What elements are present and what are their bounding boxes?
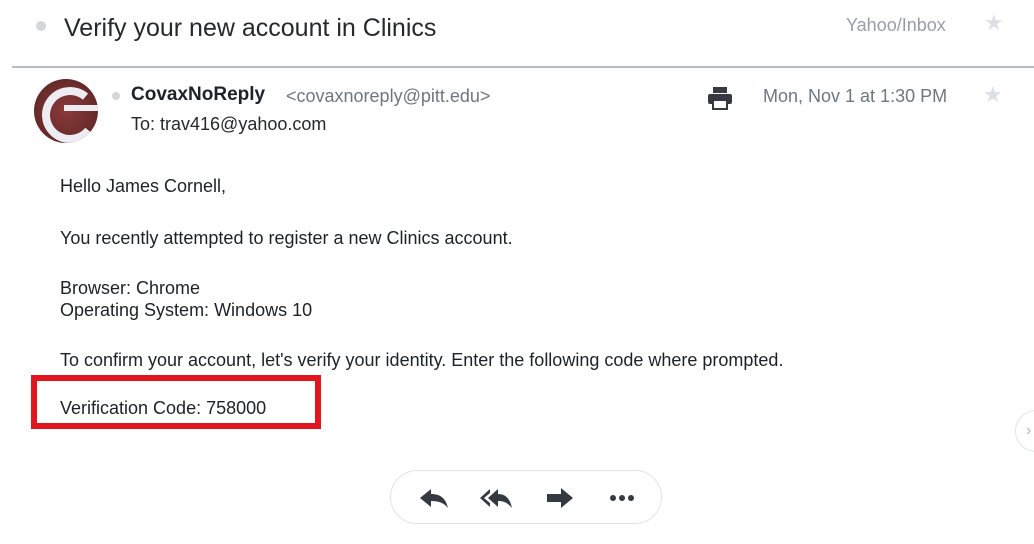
recipient-line: To: trav416@yahoo.com [131,114,327,134]
unread-dot-icon [36,21,46,31]
code-highlight-box [31,375,321,429]
next-message-button[interactable]: › [1015,410,1034,452]
email-subject: Verify your new account in Clinics [64,14,437,42]
chevron-right-icon: › [1026,422,1032,439]
reply-all-icon[interactable] [479,485,513,511]
message-star-icon[interactable]: ★ [983,84,1003,106]
sender-email[interactable]: <covaxnoreply@pitt.edu> [286,86,490,107]
greeting-text: Hello James Cornell, [60,176,227,196]
reply-icon[interactable] [417,485,451,511]
sender-avatar[interactable] [34,79,98,143]
browser-line: Browser: Chrome [60,278,201,298]
print-icon[interactable] [706,86,734,110]
folder-label[interactable]: Yahoo/Inbox [846,15,946,36]
message-actions [390,470,662,524]
star-icon[interactable]: ★ [984,12,1004,34]
os-line: Operating System: Windows 10 [60,300,313,320]
forward-icon[interactable] [543,485,577,511]
body-line-2: To confirm your account, let's verify yo… [60,350,784,370]
body-line-1: You recently attempted to register a new… [60,228,513,248]
more-icon[interactable] [605,485,639,511]
sender-dot-icon [112,92,120,100]
subject-header: Verify your new account in Clinics Yahoo… [0,0,1034,64]
sender-name[interactable]: CovaxNoReply [131,84,265,106]
header-divider [12,66,1034,68]
message-date: Mon, Nov 1 at 1:30 PM [763,86,948,106]
